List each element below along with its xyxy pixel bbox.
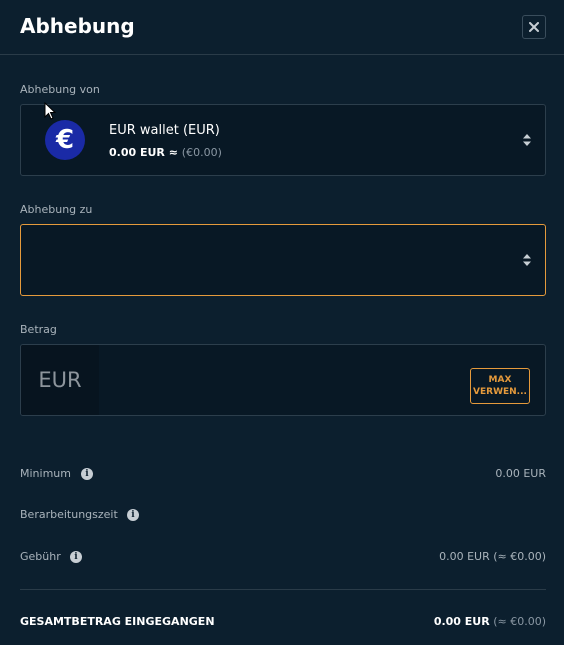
sort-arrows-icon [523,254,531,266]
fee-row: Gebühr i 0.00 EUR (≈ €0.00) [20,550,546,566]
fee-label: Gebühr [20,550,61,563]
balance-amount: 0.00 EUR [109,146,165,159]
from-label: Abhebung von [20,83,100,96]
total-converted: (≈ €0.00) [489,615,546,628]
minimum-value: 0.00 EUR [495,467,546,480]
to-destination-select[interactable] [20,224,546,296]
wallet-balance: 0.00 EUR ≈ (€0.00) [109,146,222,159]
withdrawal-modal: Abhebung Abhebung von € EUR wallet (EUR)… [0,0,564,645]
approx-sign: ≈ [164,146,182,159]
max-button-line1: MAX [488,375,512,385]
wallet-name: EUR wallet (EUR) [109,123,220,138]
to-label: Abhebung zu [20,203,93,216]
currency-prefix: EUR [21,345,99,415]
modal-header: Abhebung [0,0,564,55]
minimum-label: Minimum [20,467,71,480]
mouse-cursor-icon [44,102,56,120]
info-icon[interactable]: i [70,551,82,563]
max-button-line2: VERWEN... [473,387,527,397]
total-label: GESAMTBETRAG EINGEGANGEN [20,615,215,628]
euro-coin-icon: € [45,120,85,160]
sort-arrows-icon [523,134,531,146]
info-icon[interactable]: i [127,509,139,521]
info-icon[interactable]: i [81,468,93,480]
total-value: 0.00 EUR (≈ €0.00) [434,615,546,628]
close-button[interactable] [522,15,546,39]
from-wallet-select[interactable]: € EUR wallet (EUR) 0.00 EUR ≈ (€0.00) [20,104,546,176]
balance-converted: (€0.00) [181,146,222,159]
amount-label: Betrag [20,323,57,336]
processing-time-label: Berarbeitungszeit [20,508,118,521]
amount-field: EUR MAX VERWEN... [20,344,546,416]
divider [20,589,546,590]
fee-value: 0.00 EUR (≈ €0.00) [439,550,546,563]
processing-time-row: Berarbeitungszeit i [20,508,546,524]
amount-input[interactable] [101,345,461,415]
close-icon [529,22,539,32]
minimum-row: Minimum i 0.00 EUR [20,467,546,483]
modal-title: Abhebung [20,14,135,38]
total-amount: 0.00 EUR [433,615,490,628]
max-use-button[interactable]: MAX VERWEN... [470,368,530,404]
